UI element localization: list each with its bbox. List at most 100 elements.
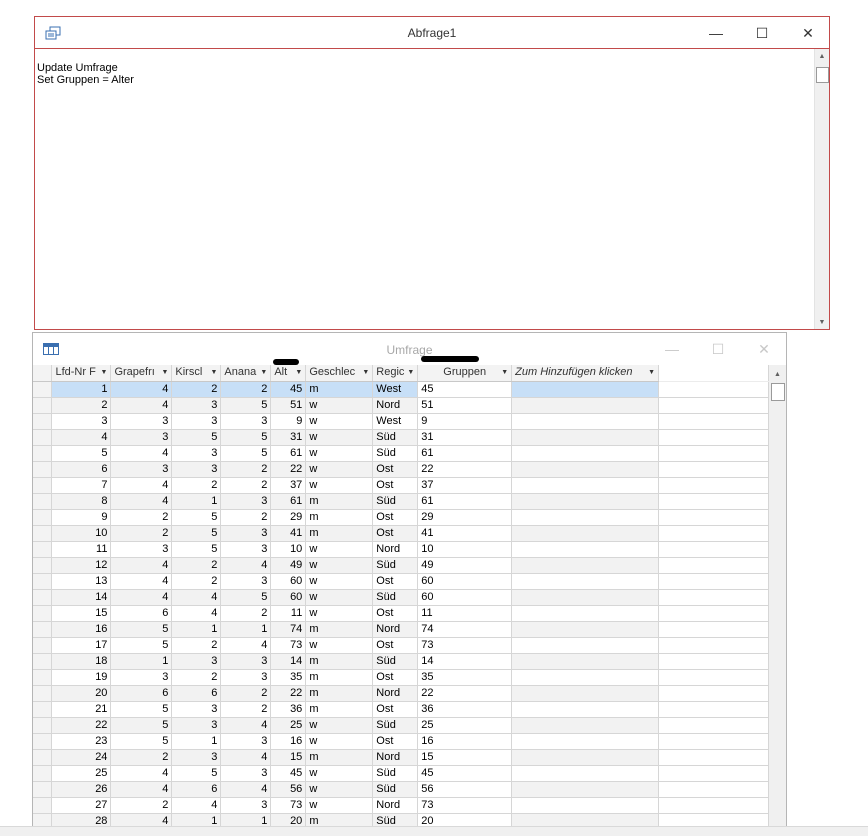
table-cell[interactable]: 61 bbox=[270, 493, 307, 510]
table-cell[interactable]: 45 bbox=[417, 765, 513, 782]
table-cell[interactable]: 3 bbox=[220, 669, 272, 686]
table-cell[interactable]: 4 bbox=[110, 589, 173, 606]
record-selector[interactable] bbox=[33, 669, 53, 686]
record-selector[interactable] bbox=[33, 381, 53, 398]
record-selector[interactable] bbox=[33, 397, 53, 414]
table-cell[interactable]: 3 bbox=[220, 493, 272, 510]
table-cell[interactable]: Süd bbox=[372, 781, 419, 798]
table-cell[interactable]: 5 bbox=[220, 445, 272, 462]
table-cell[interactable]: 22 bbox=[417, 461, 513, 478]
table-cell[interactable]: 29 bbox=[417, 509, 513, 526]
table-row[interactable]: 5 4 3 5 61 w Süd 61 bbox=[33, 445, 769, 462]
table-cell[interactable]: m bbox=[305, 621, 374, 638]
table-cell[interactable]: 60 bbox=[270, 589, 307, 606]
table-cell[interactable]: 2 bbox=[171, 637, 222, 654]
table-cell[interactable]: Nord bbox=[372, 397, 419, 414]
record-selector[interactable] bbox=[33, 605, 53, 622]
table-cell[interactable]: m bbox=[305, 509, 374, 526]
table-cell[interactable]: 3 bbox=[220, 653, 272, 670]
table-cell[interactable]: 2 bbox=[220, 701, 272, 718]
select-all-corner[interactable] bbox=[33, 365, 53, 382]
table-cell[interactable]: 13 bbox=[51, 573, 112, 590]
table-cell[interactable]: m bbox=[305, 381, 374, 398]
scroll-down-arrow-icon[interactable]: ▼ bbox=[815, 315, 829, 329]
table-cell[interactable]: 9 bbox=[417, 413, 513, 430]
record-selector[interactable] bbox=[33, 653, 53, 670]
add-column-cell[interactable] bbox=[511, 797, 660, 814]
table-cell[interactable]: w bbox=[305, 429, 374, 446]
table-cell[interactable]: 29 bbox=[270, 509, 307, 526]
table-cell[interactable]: 25 bbox=[51, 765, 112, 782]
table-cell[interactable]: 35 bbox=[270, 669, 307, 686]
table-cell[interactable]: 35 bbox=[417, 669, 513, 686]
table-cell[interactable]: 5 bbox=[110, 717, 173, 734]
add-column-cell[interactable] bbox=[511, 477, 660, 494]
table-cell[interactable]: w bbox=[305, 541, 374, 558]
table-cell[interactable]: 3 bbox=[171, 397, 222, 414]
table-cell[interactable]: Süd bbox=[372, 429, 419, 446]
add-column-cell[interactable] bbox=[511, 525, 660, 542]
record-selector[interactable] bbox=[33, 573, 53, 590]
table-cell[interactable]: 2 bbox=[110, 749, 173, 766]
table-row[interactable]: 9 2 5 2 29 m Ost 29 bbox=[33, 509, 769, 526]
chevron-down-icon[interactable]: ▼ bbox=[407, 365, 414, 380]
table-cell[interactable]: 2 bbox=[220, 461, 272, 478]
table-cell[interactable]: 10 bbox=[51, 525, 112, 542]
chevron-down-icon[interactable]: ▼ bbox=[101, 365, 108, 380]
record-selector[interactable] bbox=[33, 413, 53, 430]
table-cell[interactable]: 4 bbox=[171, 589, 222, 606]
column-header[interactable]: Lfd-Nr F ▼ bbox=[51, 365, 112, 382]
add-column-cell[interactable] bbox=[511, 621, 660, 638]
add-column-cell[interactable] bbox=[511, 685, 660, 702]
record-selector[interactable] bbox=[33, 749, 53, 766]
table-cell[interactable]: 2 bbox=[220, 477, 272, 494]
table-cell[interactable]: 22 bbox=[270, 685, 307, 702]
table-cell[interactable]: 1 bbox=[51, 381, 112, 398]
table-cell[interactable]: Ost bbox=[372, 573, 419, 590]
table-cell[interactable]: Nord bbox=[372, 541, 419, 558]
table-cell[interactable]: Nord bbox=[372, 749, 419, 766]
add-column-cell[interactable] bbox=[511, 765, 660, 782]
record-selector[interactable] bbox=[33, 461, 53, 478]
maximize-button[interactable]: ☐ bbox=[751, 23, 773, 43]
table-cell[interactable]: 14 bbox=[417, 653, 513, 670]
table-cell[interactable]: 2 bbox=[171, 381, 222, 398]
table-cell[interactable]: 11 bbox=[270, 605, 307, 622]
table-cell[interactable]: 3 bbox=[171, 701, 222, 718]
add-column-cell[interactable] bbox=[511, 653, 660, 670]
table-cell[interactable]: 6 bbox=[110, 685, 173, 702]
table-cell[interactable]: 5 bbox=[110, 701, 173, 718]
record-selector[interactable] bbox=[33, 621, 53, 638]
table-cell[interactable]: 3 bbox=[220, 797, 272, 814]
table-cell[interactable]: 3 bbox=[220, 541, 272, 558]
column-header[interactable]: Gruppen ▼ bbox=[417, 365, 513, 382]
table-cell[interactable]: 5 bbox=[171, 541, 222, 558]
table-cell[interactable]: 41 bbox=[270, 525, 307, 542]
add-column-cell[interactable] bbox=[511, 541, 660, 558]
table-cell[interactable]: 2 bbox=[110, 525, 173, 542]
table-cell[interactable]: Süd bbox=[372, 717, 419, 734]
table-cell[interactable]: 49 bbox=[417, 557, 513, 574]
table-cell[interactable]: 60 bbox=[417, 573, 513, 590]
table-cell[interactable]: 5 bbox=[110, 733, 173, 750]
table-cell[interactable]: w bbox=[305, 413, 374, 430]
table-cell[interactable]: Nord bbox=[372, 621, 419, 638]
table-cell[interactable]: 27 bbox=[51, 797, 112, 814]
table-cell[interactable]: 73 bbox=[270, 637, 307, 654]
table-cell[interactable]: 45 bbox=[270, 381, 307, 398]
scroll-up-arrow-icon[interactable]: ▲ bbox=[769, 367, 786, 381]
table-cell[interactable]: 1 bbox=[171, 733, 222, 750]
table-cell[interactable]: 5 bbox=[171, 429, 222, 446]
maximize-button[interactable]: ☐ bbox=[707, 339, 729, 359]
table-cell[interactable]: 4 bbox=[110, 445, 173, 462]
table-cell[interactable]: 15 bbox=[51, 605, 112, 622]
chevron-down-icon[interactable]: ▼ bbox=[295, 365, 302, 380]
table-cell[interactable]: 25 bbox=[270, 717, 307, 734]
record-selector[interactable] bbox=[33, 429, 53, 446]
table-cell[interactable]: 5 bbox=[110, 621, 173, 638]
table-cell[interactable]: 22 bbox=[270, 461, 307, 478]
record-selector[interactable] bbox=[33, 509, 53, 526]
table-row[interactable]: 24 2 3 4 15 m Nord 15 bbox=[33, 749, 769, 766]
table-cell[interactable]: 4 bbox=[110, 781, 173, 798]
table-row[interactable]: 1 4 2 2 45 m West 45 bbox=[33, 381, 769, 398]
